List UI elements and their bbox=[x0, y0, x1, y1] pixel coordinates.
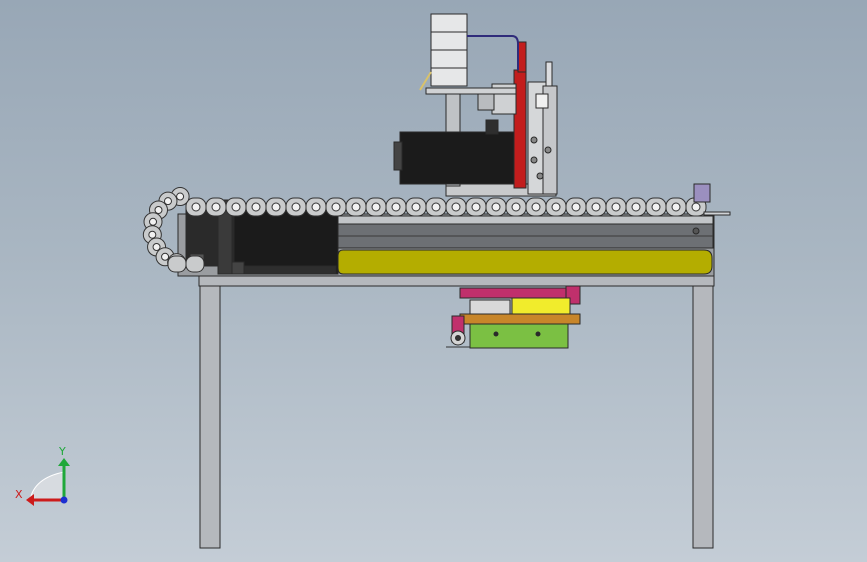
module-end-screw bbox=[692, 227, 700, 235]
chain-link-pin bbox=[551, 202, 561, 212]
chain-link-pin bbox=[631, 202, 641, 212]
yellow-cylinder[interactable] bbox=[511, 297, 571, 315]
chain-link-pin bbox=[371, 202, 381, 212]
chain-lower-link bbox=[185, 255, 205, 273]
chain-link-pin bbox=[651, 202, 661, 212]
chain-bend-pin bbox=[154, 206, 163, 215]
chain-link-pin bbox=[351, 202, 361, 212]
chain-link-pin bbox=[571, 202, 581, 212]
module-top-plate[interactable] bbox=[334, 215, 714, 225]
chain-bend-pin bbox=[163, 197, 172, 206]
triad-y-label: Y bbox=[58, 445, 66, 458]
chain-link-pin bbox=[671, 202, 681, 212]
chain-link-pin bbox=[231, 202, 241, 212]
chain-link-pin bbox=[271, 202, 281, 212]
vertical-chain-link-4 bbox=[430, 67, 468, 87]
vertical-chain-link-3 bbox=[430, 49, 468, 69]
chain-link-pin bbox=[391, 202, 401, 212]
triad-z-axis bbox=[60, 496, 68, 504]
magenta-mount-plate[interactable] bbox=[459, 287, 581, 299]
chain-link-pin bbox=[311, 202, 321, 212]
sensor-rod[interactable] bbox=[545, 61, 553, 87]
upper-clamp-bracket[interactable] bbox=[425, 87, 517, 95]
table-top-beam[interactable] bbox=[198, 275, 715, 287]
chain-bend-pin bbox=[148, 230, 157, 239]
triad-plane bbox=[29, 471, 65, 501]
right-leg[interactable] bbox=[692, 285, 714, 549]
chain-link-pin bbox=[411, 202, 421, 212]
chain-link-pin bbox=[611, 202, 621, 212]
chain-link-pin bbox=[331, 202, 341, 212]
chain-link-pin bbox=[531, 202, 541, 212]
left-leg[interactable] bbox=[199, 285, 221, 549]
cad-viewport[interactable]: Y X bbox=[0, 0, 867, 562]
chain-bend-pin bbox=[161, 252, 170, 261]
chain-lower-link bbox=[167, 255, 187, 273]
chain-link-pin bbox=[251, 202, 261, 212]
chain-link-pin bbox=[591, 202, 601, 212]
chain-link-pin bbox=[451, 202, 461, 212]
bronze-slide[interactable] bbox=[459, 313, 581, 325]
chain-link-pin bbox=[431, 202, 441, 212]
chain-link-pin bbox=[511, 202, 521, 212]
assembly-drawing[interactable]: Y X bbox=[0, 0, 867, 562]
green-jaw-block[interactable] bbox=[469, 323, 569, 349]
gripper-assembly[interactable] bbox=[446, 285, 581, 349]
vertical-chain-link-2 bbox=[430, 31, 468, 51]
chain-link-pin bbox=[211, 202, 221, 212]
servo-motor[interactable] bbox=[399, 131, 515, 185]
chain-bend-pin bbox=[152, 243, 161, 251]
axis-triad-icon: Y X bbox=[15, 445, 70, 506]
chain-link-pin bbox=[691, 202, 701, 212]
triad-x-label: X bbox=[15, 488, 23, 501]
chain-link-pin bbox=[291, 202, 301, 212]
chain-bend-pin bbox=[149, 217, 158, 226]
vertical-chain-link-1 bbox=[430, 13, 468, 33]
vertical-axis-assembly[interactable] bbox=[393, 13, 558, 197]
chain-link-pin bbox=[471, 202, 481, 212]
chain-link-pin bbox=[191, 202, 201, 212]
chain-link-pin bbox=[491, 202, 501, 212]
chain-bend-pin bbox=[176, 192, 185, 201]
yellow-rail-cover[interactable] bbox=[337, 249, 713, 275]
cable-loop bbox=[467, 35, 519, 70]
